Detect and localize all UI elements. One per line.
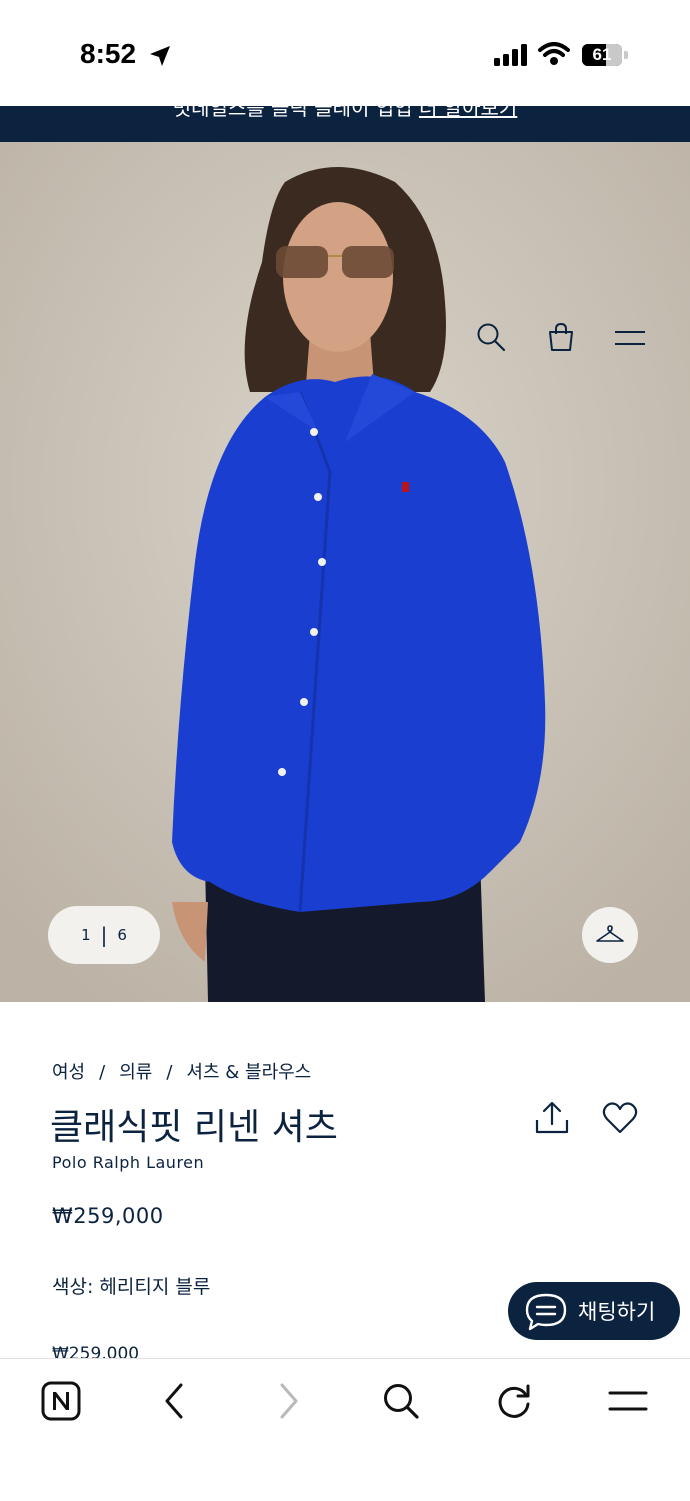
browser-menu-button[interactable] [598, 1379, 658, 1423]
product-price: ₩259,000 [52, 1204, 164, 1228]
location-arrow-icon [150, 46, 170, 66]
status-bar: 8:52 61 [0, 0, 690, 106]
shopping-bag-icon[interactable] [547, 322, 575, 352]
promo-banner[interactable]: 멋데일스를 클릭 클레이 업업 더 알아보기 [0, 106, 690, 142]
image-counter: 1 | 6 [48, 906, 160, 964]
menu-icon [608, 1391, 648, 1411]
product-photo [0, 142, 690, 1002]
forward-icon [280, 1383, 298, 1419]
partial-price: ₩259,000 [52, 1346, 139, 1358]
image-counter-total: 6 [117, 926, 127, 944]
browser-search-button[interactable] [371, 1379, 431, 1423]
product-color-label: 색상: 헤리티지 블루 [52, 1276, 211, 1298]
promo-banner-text: 멋데일스를 클릭 클레이 업업 더 알아보기 [0, 106, 690, 121]
naver-home-button[interactable] [31, 1379, 91, 1423]
breadcrumb-item-shirts[interactable]: 셔츠 & 블라우스 [186, 1062, 311, 1083]
reload-icon [498, 1384, 530, 1418]
breadcrumb: 여성 / 의류 / 셔츠 & 블라우스 [52, 1058, 321, 1084]
search-icon [384, 1384, 419, 1419]
breadcrumb-separator: / [166, 1062, 173, 1083]
cellular-signal-icon [494, 44, 527, 66]
back-icon [165, 1383, 183, 1419]
product-title: 클래식핏 리넨 셔츠 [50, 1107, 338, 1148]
naver-home-icon [41, 1381, 81, 1421]
hanger-icon [596, 925, 624, 942]
heart-icon[interactable] [602, 1101, 638, 1135]
forward-button[interactable] [259, 1379, 319, 1423]
image-counter-separator: | [100, 923, 108, 947]
breadcrumb-separator: / [99, 1062, 106, 1083]
battery-nub [624, 51, 628, 59]
menu-icon[interactable] [614, 328, 646, 348]
product-image-carousel[interactable]: 1 | 6 [0, 142, 690, 1002]
hanger-button[interactable] [582, 907, 638, 963]
product-brand: Polo Ralph Lauren [52, 1153, 205, 1172]
promo-banner-message: 멋데일스를 클릭 클레이 업업 [172, 106, 413, 120]
chat-button[interactable]: 채팅하기 [508, 1282, 680, 1340]
battery-percentage: 61 [592, 45, 612, 64]
status-time: 8:52 [80, 38, 137, 69]
search-icon[interactable] [476, 322, 506, 352]
partial-price-text: ₩259,000 [52, 1346, 140, 1358]
chat-button-label: 채팅하기 [578, 1300, 656, 1324]
promo-banner-link[interactable]: 더 알아보기 [419, 106, 517, 120]
reload-button[interactable] [484, 1379, 544, 1423]
battery-icon: 61 [582, 44, 622, 66]
share-icon[interactable] [534, 1100, 570, 1136]
chat-bubble-icon [525, 1293, 567, 1331]
breadcrumb-item-clothing[interactable]: 의류 [119, 1062, 152, 1083]
breadcrumb-item-women[interactable]: 여성 [52, 1062, 85, 1083]
back-button[interactable] [144, 1379, 204, 1423]
browser-toolbar [0, 1358, 690, 1501]
image-counter-current: 1 [81, 926, 91, 944]
wifi-icon [538, 42, 570, 65]
